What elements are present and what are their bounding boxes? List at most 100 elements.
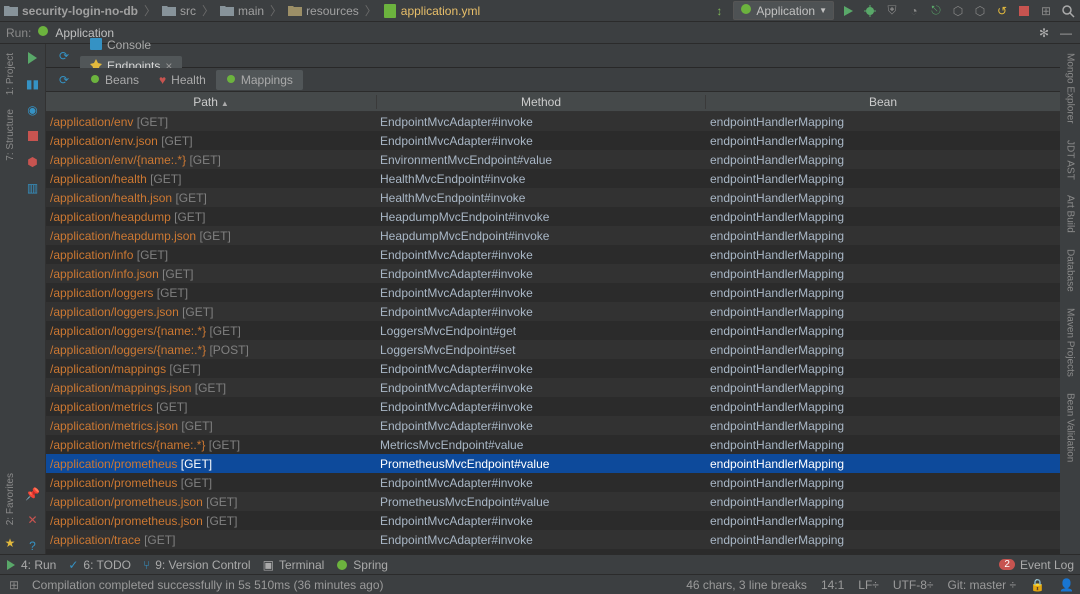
table-row[interactable]: /application/mappings.json [GET]Endpoint… <box>46 378 1060 397</box>
tool-art[interactable]: Art Build <box>1065 192 1076 236</box>
table-row[interactable]: /application/loggers/{name:.*} [POST]Log… <box>46 340 1060 359</box>
profile-icon[interactable]: ◔ <box>906 3 922 19</box>
refresh-icon[interactable]: ⟳ <box>56 48 72 64</box>
cell-bean: endpointHandlerMapping <box>706 476 1060 490</box>
table-row[interactable]: /application/env.json [GET]EndpointMvcAd… <box>46 131 1060 150</box>
refresh-icon[interactable]: ⟳ <box>56 72 72 88</box>
bc-resources[interactable]: resources <box>288 4 359 18</box>
status-line-sep[interactable]: LF÷ <box>858 578 879 592</box>
cell-method: EndpointMvcAdapter#invoke <box>376 381 706 395</box>
status-caret[interactable]: 14:1 <box>821 578 844 592</box>
table-row[interactable]: /application/metrics [GET]EndpointMvcAda… <box>46 397 1060 416</box>
column-bean[interactable]: Bean <box>706 95 1060 109</box>
refresh-icon[interactable]: ↺ <box>994 3 1010 19</box>
cell-path: /application/info [GET] <box>46 248 376 262</box>
tab-mappings[interactable]: Mappings <box>216 70 303 90</box>
pause-icon[interactable]: ▮▮ <box>25 76 41 92</box>
table-row[interactable]: /application/env/{name:.*} [GET]Environm… <box>46 150 1060 169</box>
table-row[interactable]: /application/prometheus [GET]PrometheusM… <box>46 454 1060 473</box>
breadcrumb-bar: security-login-no-db 〉 src 〉 main 〉 reso… <box>0 0 1080 22</box>
table-row[interactable]: /application/prometheus.json [GET]Promet… <box>46 492 1060 511</box>
tool-bean[interactable]: Bean Validation <box>1065 390 1076 465</box>
column-path[interactable]: Path▲ <box>46 95 376 109</box>
make-icon[interactable]: ↕ <box>711 3 727 19</box>
bc-src[interactable]: src <box>162 4 196 18</box>
hector-icon[interactable]: 👤 <box>1059 578 1074 592</box>
coverage-icon[interactable]: ⛨ <box>884 3 900 19</box>
cell-method: EndpointMvcAdapter#invoke <box>376 286 706 300</box>
table-row[interactable]: /application/loggers [GET]EndpointMvcAda… <box>46 283 1060 302</box>
stop-icon[interactable] <box>25 128 41 144</box>
endpoints-table[interactable]: /application/env [GET] EndpointMvcAdapter… <box>46 112 1060 554</box>
run-config-selector[interactable]: Application ▼ <box>733 1 834 20</box>
table-row[interactable]: /application/loggers/{name:.*} [GET]Logg… <box>46 321 1060 340</box>
rerun-icon[interactable] <box>25 50 41 66</box>
bc-project[interactable]: security-login-no-db <box>4 4 138 18</box>
tool-jdtast[interactable]: JDT AST <box>1065 137 1076 183</box>
table-row[interactable]: /application/prometheus.json [GET]Endpoi… <box>46 511 1060 530</box>
tool-mongo[interactable]: Mongo Explorer <box>1065 50 1076 127</box>
lock-icon[interactable]: 🔒 <box>1030 578 1045 592</box>
bc-file[interactable]: application.yml <box>383 4 480 18</box>
run-icon[interactable] <box>840 3 856 19</box>
cell-method: EndpointMvcAdapter#invoke <box>376 533 706 547</box>
left-tool-stripe: 1: Project 7: Structure 2: Favorites ★ <box>0 44 20 554</box>
cell-path: /application/loggers.json [GET] <box>46 305 376 319</box>
search-icon[interactable] <box>1060 3 1076 19</box>
dump-icon[interactable]: ⬢ <box>25 154 41 170</box>
structure-icon[interactable]: ⊞ <box>1038 3 1054 19</box>
cell-bean: endpointHandlerMapping <box>706 343 1060 357</box>
spring-tool-button[interactable]: Spring <box>336 558 388 572</box>
table-row[interactable]: /application/trace.json [GET]EndpointMvc… <box>46 549 1060 554</box>
gear-icon[interactable]: ✻ <box>1036 25 1052 41</box>
tool-icon[interactable]: ⬡ <box>950 3 966 19</box>
table-row[interactable]: /application/health.json [GET]HealthMvcE… <box>46 188 1060 207</box>
table-row[interactable]: /application/metrics/{name:.*} [GET]Metr… <box>46 435 1060 454</box>
table-row[interactable]: /application/prometheus [GET]EndpointMvc… <box>46 473 1060 492</box>
table-row[interactable]: /application/heapdump [GET]HeapdumpMvcEn… <box>46 207 1060 226</box>
tool-structure[interactable]: 7: Structure <box>5 106 16 164</box>
chart-icon[interactable]: ▥ <box>25 180 41 196</box>
tab-health[interactable]: ♥Health <box>149 70 216 90</box>
table-row[interactable]: /application/health [GET]HealthMvcEndpoi… <box>46 169 1060 188</box>
cell-path: /application/metrics/{name:.*} [GET] <box>46 438 376 452</box>
table-row[interactable]: /application/trace [GET]EndpointMvcAdapt… <box>46 530 1060 549</box>
globe-icon[interactable]: ◉ <box>25 102 41 118</box>
tab-icon: ♥ <box>159 73 166 87</box>
table-row[interactable]: /application/info.json [GET]EndpointMvcA… <box>46 264 1060 283</box>
cell-method: LoggersMvcEndpoint#set <box>376 343 706 357</box>
cell-path: /application/loggers/{name:.*} [GET] <box>46 324 376 338</box>
tool-maven[interactable]: Maven Projects <box>1065 305 1076 380</box>
table-row[interactable]: /application/loggers.json [GET]EndpointM… <box>46 302 1060 321</box>
table-row[interactable]: /application/info [GET]EndpointMvcAdapte… <box>46 245 1060 264</box>
event-log-button[interactable]: 2Event Log <box>999 558 1074 572</box>
windows-icon[interactable]: ⊞ <box>6 577 22 593</box>
status-encoding[interactable]: UTF-8÷ <box>893 578 934 592</box>
cell-path: /application/env [GET] <box>46 115 376 129</box>
column-method[interactable]: Method <box>376 95 706 109</box>
todo-tool-button[interactable]: ✓6: TODO <box>68 558 131 572</box>
run-tool-button[interactable]: 4: Run <box>6 558 56 572</box>
tool-project[interactable]: 1: Project <box>5 50 16 98</box>
tool-database[interactable]: Database <box>1065 246 1076 295</box>
stop-icon[interactable] <box>1016 3 1032 19</box>
help-icon[interactable]: ? <box>25 538 41 554</box>
pin-icon[interactable]: 📌 <box>25 486 41 502</box>
table-row[interactable]: /application/mappings [GET]EndpointMvcAd… <box>46 359 1060 378</box>
terminal-tool-button[interactable]: ▣Terminal <box>263 558 325 572</box>
tool-favorites[interactable]: 2: Favorites <box>5 470 16 528</box>
debug-icon[interactable] <box>862 3 878 19</box>
close-icon[interactable]: ✕ <box>25 512 41 528</box>
tab-beans[interactable]: Beans <box>80 70 149 90</box>
attach-icon[interactable]: ⎋ <box>928 3 944 19</box>
vcs-tool-button[interactable]: ⑂9: Version Control <box>143 558 251 572</box>
table-row[interactable]: /application/heapdump.json [GET]Heapdump… <box>46 226 1060 245</box>
status-git[interactable]: Git: master ÷ <box>947 578 1016 592</box>
table-row[interactable]: /application/env [GET]EndpointMvcAdapter… <box>46 112 1060 131</box>
tool-icon[interactable]: ⬡ <box>972 3 988 19</box>
cell-path: /application/prometheus [GET] <box>46 457 376 471</box>
hide-icon[interactable]: — <box>1058 25 1074 41</box>
tab-console[interactable]: Console <box>80 35 182 56</box>
bc-main[interactable]: main <box>220 4 264 18</box>
table-row[interactable]: /application/metrics.json [GET]EndpointM… <box>46 416 1060 435</box>
